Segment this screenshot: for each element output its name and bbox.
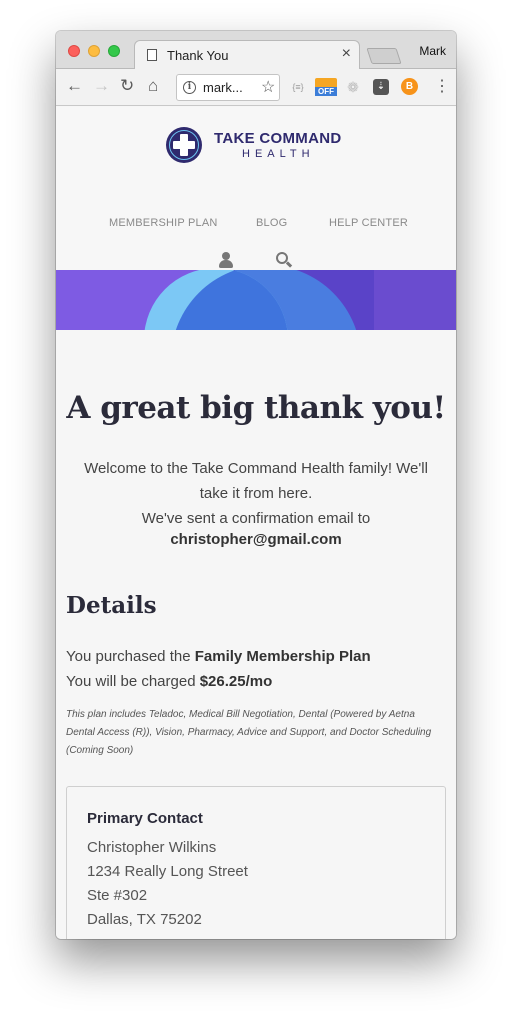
tab-strip: Thank You × Mark [56, 31, 456, 70]
zoom-window-button[interactable] [108, 45, 120, 57]
contact-name: Christopher Wilkins [87, 839, 217, 856]
close-window-button[interactable] [68, 45, 80, 57]
minimize-window-button[interactable] [88, 45, 100, 57]
reload-icon[interactable]: ↻ [120, 76, 134, 96]
purchased-prefix: You purchased the [66, 648, 191, 665]
info-icon[interactable]: i [183, 81, 196, 94]
welcome-message: Welcome to the Take Command Health famil… [70, 456, 442, 531]
welcome-text: Welcome to the Take Command Health famil… [84, 460, 428, 502]
user-icon[interactable] [219, 252, 233, 268]
coupon-extension-icon[interactable]: OFF [315, 78, 337, 96]
browser-tab[interactable]: Thank You × [134, 40, 360, 70]
details-heading: Details [66, 592, 157, 619]
purchase-summary: You purchased the Family Membership Plan… [66, 644, 371, 694]
main-content: A great big thank you! Welcome to the Ta… [56, 330, 456, 939]
search-icon[interactable] [276, 252, 293, 268]
browser-window: Thank You × Mark ← → ↻ ⌂ i mark... ☆ {≡}… [56, 31, 456, 939]
plan-name: Family Membership Plan [194, 648, 371, 665]
tab-title: Thank You [167, 48, 229, 63]
bookmark-star-icon[interactable]: ☆ [261, 77, 275, 97]
tab-close-icon[interactable]: × [342, 45, 351, 63]
plan-fine-print: This plan includes Teladoc, Medical Bill… [66, 709, 432, 756]
banner-graphic [56, 270, 456, 330]
nav-help-center[interactable]: HELP CENTER [329, 217, 408, 229]
logo-title[interactable]: TAKE COMMAND [214, 130, 341, 147]
document-icon [147, 49, 157, 61]
primary-contact-card: Primary Contact Christopher Wilkins 1234… [66, 786, 446, 939]
download-extension-icon[interactable]: ⇣ [373, 79, 389, 95]
forward-arrow-icon[interactable]: → [93, 76, 110, 96]
more-menu-icon[interactable]: ⋮ [434, 78, 450, 96]
grey-extension-icon[interactable]: ❁ [345, 78, 361, 96]
charged-prefix: You will be charged [66, 673, 196, 690]
address-bar[interactable]: i mark... ☆ [176, 74, 280, 101]
b-extension-icon[interactable]: B [401, 78, 418, 95]
confirmation-email: christopher@gmail.com [170, 531, 342, 548]
contact-suite: Ste #302 [87, 887, 148, 904]
page-title: A great big thank you! [66, 390, 446, 426]
url-text[interactable]: mark... [203, 80, 243, 95]
logo-subtitle[interactable]: HEALTH [242, 148, 315, 160]
nav-membership-plan[interactable]: MEMBERSHIP PLAN [109, 217, 218, 229]
contact-city: Dallas, TX 75202 [87, 911, 202, 928]
nav-blog[interactable]: BLOG [256, 217, 287, 229]
site-header: TAKE COMMAND HEALTH MEMBERSHIP PLAN BLOG… [56, 107, 456, 270]
browser-toolbar: ← → ↻ ⌂ i mark... ☆ {≡} OFF ❁ ⇣ B ⋮ [56, 69, 456, 106]
logo-icon[interactable] [166, 127, 202, 163]
coupon-off-label: OFF [315, 87, 337, 96]
back-arrow-icon[interactable]: ← [66, 76, 83, 96]
new-tab-button[interactable] [366, 48, 402, 64]
profile-name[interactable]: Mark [419, 44, 446, 58]
json-extension-icon[interactable]: {≡} [289, 78, 307, 96]
contact-street: 1234 Really Long Street [87, 863, 248, 880]
plan-price: $26.25/mo [199, 673, 273, 690]
confirmation-text: We've sent a confirmation email to [141, 510, 371, 527]
hero-banner [56, 270, 456, 330]
home-icon[interactable]: ⌂ [148, 76, 158, 96]
contact-heading: Primary Contact [87, 810, 203, 827]
